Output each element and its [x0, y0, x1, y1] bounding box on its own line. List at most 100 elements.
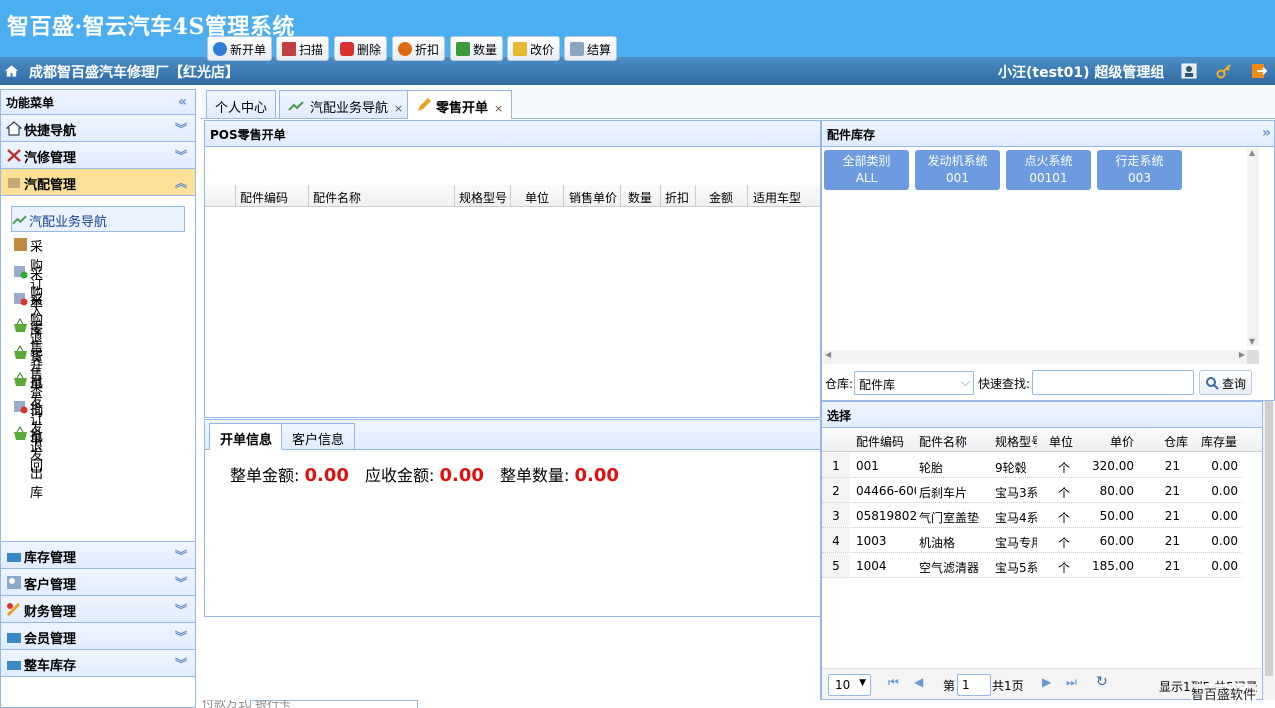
nav-icon: [12, 215, 27, 225]
category-hscrollbar[interactable]: ◀ ▶: [823, 350, 1247, 364]
page-size-select[interactable]: 10 ▼: [828, 674, 871, 696]
sidebar-group-repair[interactable]: 汽修管理 ︾: [1, 142, 195, 169]
sidebar-group-member[interactable]: 会员管理 ︾: [1, 623, 195, 650]
group-label: 汽配管理: [24, 178, 77, 193]
sidebar-group-quick-nav[interactable]: 快捷导航 ︾: [1, 115, 195, 142]
stock-title-text: 配件库存: [827, 128, 876, 142]
chevron-down-icon: ︾: [174, 549, 187, 563]
column-header[interactable]: 单位: [525, 189, 549, 206]
column-header[interactable]: 适用车型: [753, 189, 801, 206]
group-label: 汽修管理: [24, 151, 77, 166]
cell-wh: 21: [1164, 484, 1180, 498]
tab-label: 个人中心: [215, 101, 268, 116]
column-header[interactable]: 单价: [1110, 433, 1134, 450]
sidebar-group-stock[interactable]: 库存管理 ︾: [1, 542, 195, 569]
page-label: 第: [943, 679, 956, 693]
cell-spec: 宝马专用: [995, 536, 1037, 550]
tab-label: 零售开单: [436, 101, 489, 116]
checkout-button[interactable]: 结算: [564, 36, 618, 61]
prev-page-icon[interactable]: ◀: [914, 675, 923, 689]
column-header[interactable]: 折扣: [665, 189, 689, 206]
category-ignition[interactable]: 点火系统 00101: [1006, 150, 1091, 190]
cell-n: 5: [822, 553, 850, 577]
logout-icon[interactable]: [1251, 63, 1267, 79]
button-label: 折扣: [415, 43, 440, 57]
column-header[interactable]: 配件名称: [313, 189, 361, 206]
group-label: 库存管理: [24, 551, 77, 566]
payment-select[interactable]: 银行卡: [250, 700, 418, 708]
sidebar-group-parts[interactable]: 汽配管理 ︽: [1, 169, 195, 196]
column-header[interactable]: 规格型号: [995, 433, 1037, 450]
last-page-icon[interactable]: ⏭: [1066, 675, 1077, 690]
tab-bar: 个人中心 汽配业务导航 × 零售开单 ×: [201, 88, 1275, 119]
table-row[interactable]: 4 1003 机油格 宝马专用 个 60.00 21 0.00: [822, 528, 1242, 553]
column-header[interactable]: 规格型号: [459, 189, 507, 206]
tab-personal-center[interactable]: 个人中心: [206, 90, 277, 118]
tab-order-info[interactable]: 开单信息: [209, 423, 284, 450]
column-header[interactable]: 金额: [709, 189, 733, 206]
select-grid-header: 配件编码 配件名称 规格型号 单位 单价 仓库 库存量: [822, 428, 1262, 452]
watermark: 智百盛软件: [1191, 684, 1257, 703]
scroll-up-icon[interactable]: ▲: [1249, 148, 1255, 157]
column-header[interactable]: 配件编码: [856, 433, 904, 450]
column-header[interactable]: 仓库: [1164, 433, 1188, 450]
close-icon[interactable]: ×: [394, 102, 403, 115]
delete-button[interactable]: 删除: [334, 36, 388, 61]
user-profile-icon[interactable]: [1181, 63, 1197, 79]
page-vscrollbar[interactable]: [1263, 401, 1275, 700]
stock-icon: [7, 553, 21, 562]
scan-button[interactable]: 扫描: [276, 36, 330, 61]
column-header[interactable]: 库存量: [1201, 433, 1237, 450]
column-header[interactable]: 数量: [628, 189, 652, 206]
new-order-button[interactable]: 新开单: [207, 36, 273, 61]
category-chassis[interactable]: 行走系统 003: [1097, 150, 1182, 190]
summary-value: 0.00: [574, 465, 619, 486]
table-row[interactable]: 5 1004 空气滤清器 宝马5系 个 185.00 21 0.00: [822, 553, 1242, 578]
expand-icon[interactable]: »: [1262, 125, 1271, 141]
cell-wh: 21: [1164, 559, 1180, 573]
discount-button[interactable]: 折扣: [392, 36, 446, 61]
scroll-right-icon[interactable]: ▶: [1239, 350, 1245, 359]
pos-title: POS零售开单: [205, 121, 820, 147]
column-header[interactable]: 配件名称: [919, 433, 967, 450]
query-button[interactable]: 查询: [1199, 370, 1253, 395]
payment-value: 银行卡: [255, 700, 292, 708]
quantity-button[interactable]: 数量: [450, 36, 504, 61]
column-header[interactable]: 销售单价: [569, 189, 617, 206]
column-header[interactable]: 单位: [1049, 433, 1073, 450]
group-label: 客户管理: [24, 578, 77, 593]
page-number-input[interactable]: 1: [957, 674, 991, 696]
table-row[interactable]: 2 04466-600 后刹车片 宝马3系 个 80.00 21 0.00: [822, 478, 1242, 503]
warehouse-select[interactable]: 配件库 ⌵: [854, 371, 974, 395]
sidebar-group-finance[interactable]: 财务管理 ︾: [1, 596, 195, 623]
tab-retail-order[interactable]: 零售开单 ×: [407, 90, 513, 119]
first-page-icon[interactable]: ⏮: [888, 675, 899, 690]
tab-parts-nav[interactable]: 汽配业务导航 ×: [279, 90, 413, 118]
quick-search-input[interactable]: [1032, 370, 1194, 395]
next-page-icon[interactable]: ▶: [1042, 675, 1051, 689]
category-engine[interactable]: 发动机系统 001: [915, 150, 1000, 190]
change-price-button[interactable]: 改价: [507, 36, 561, 61]
column-header[interactable]: 配件编码: [240, 189, 288, 206]
group-label: 整车库存: [24, 659, 77, 674]
collapse-sidebar-icon[interactable]: «: [178, 94, 187, 110]
home-icon[interactable]: [4, 64, 19, 78]
refresh-icon[interactable]: ↻: [1096, 674, 1108, 690]
sidebar-item-parts-nav[interactable]: 汽配业务导航: [11, 206, 185, 232]
cell-qty: 0.00: [1211, 484, 1238, 498]
category-vscrollbar[interactable]: ▲ ▼: [1247, 148, 1259, 346]
category-all[interactable]: 全部类别 ALL: [824, 150, 909, 190]
quick-search-label: 快速查找:: [978, 377, 1031, 391]
table-row[interactable]: 1 001 轮胎 9轮毂 个 320.00 21 0.00: [822, 453, 1242, 478]
sidebar: 功能菜单 « 快捷导航 ︾ 汽修管理 ︾ 汽配管理 ︽ 汽配业务导航 采购订单 …: [0, 89, 196, 708]
key-icon[interactable]: [1216, 63, 1232, 79]
close-icon[interactable]: ×: [494, 102, 503, 115]
scroll-down-icon[interactable]: ▼: [1249, 337, 1255, 346]
table-row[interactable]: 3 058198025气门室盖垫 宝马4系 个 50.00 21 0.00: [822, 503, 1242, 528]
sidebar-group-vehicle-stock[interactable]: 整车库存 ︾: [1, 650, 195, 677]
payment-label: 付款方式: [202, 700, 251, 708]
tab-customer-info[interactable]: 客户信息: [281, 423, 356, 449]
box-icon: [14, 238, 27, 251]
sidebar-group-customer[interactable]: 客户管理 ︾: [1, 569, 195, 596]
scroll-left-icon[interactable]: ◀: [825, 350, 831, 359]
